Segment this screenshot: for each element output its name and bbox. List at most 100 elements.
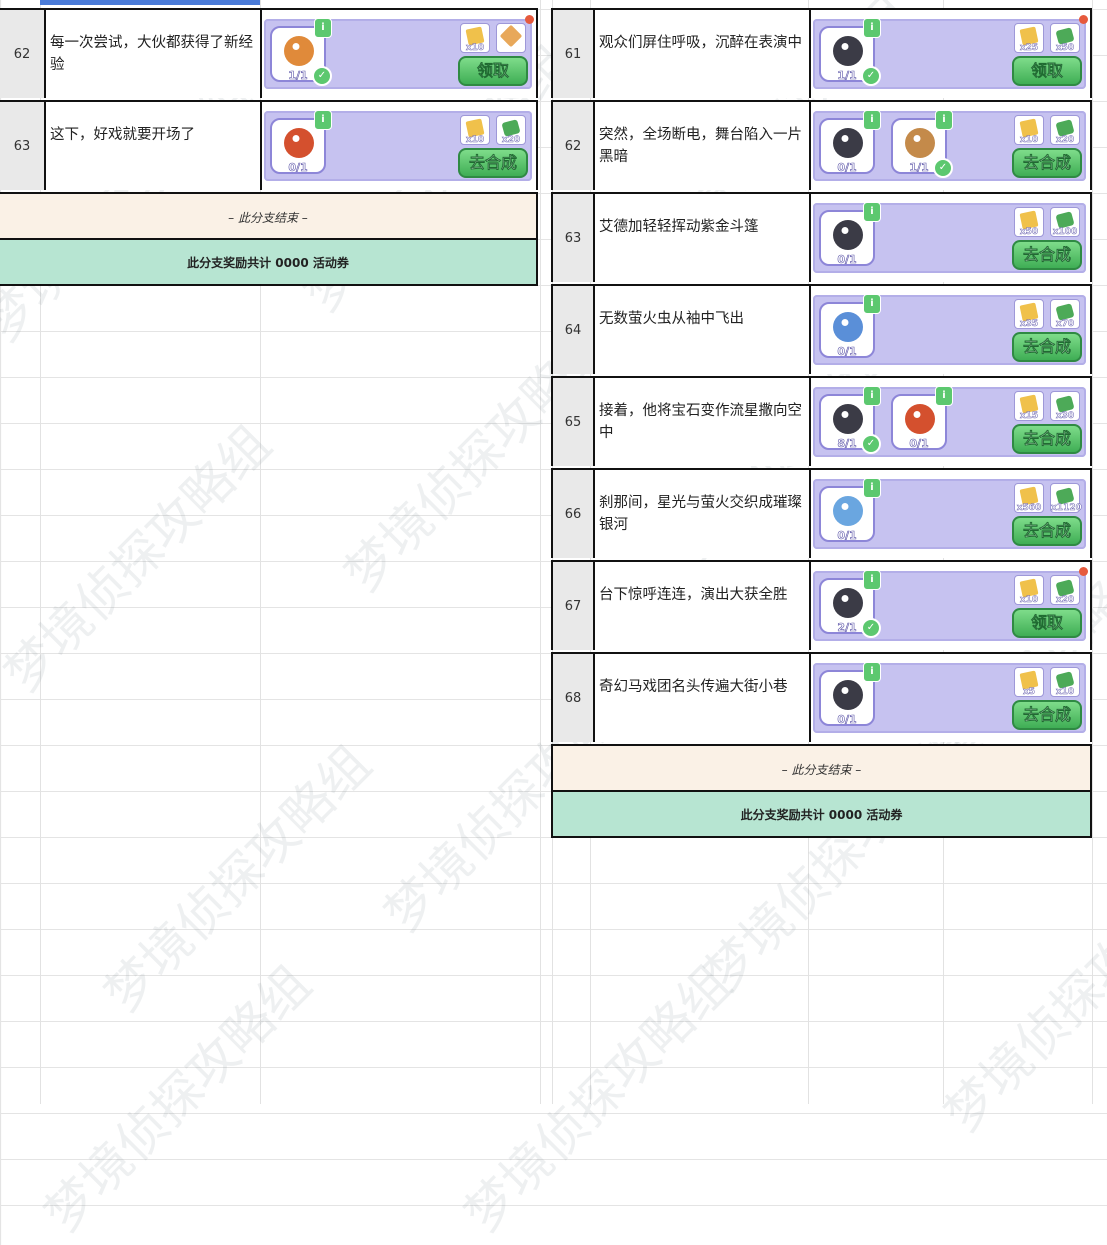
item-image [833, 220, 863, 250]
watermark-text: 梦境侦探攻略组 [93, 734, 383, 1024]
row-description: 突然，全场断电，舞台陷入一片黑暗 [593, 102, 811, 190]
reward-quantity: x20 [1055, 135, 1075, 146]
required-item[interactable]: i 1/1 ✓ [819, 18, 881, 86]
table-row: 63 艾德加轻轻挥动紫金斗篷 i 0/1 x50 x100 去合成 [551, 192, 1092, 282]
item-progress: 0/1 [837, 345, 857, 359]
info-icon[interactable]: i [863, 478, 881, 498]
item-image [833, 496, 863, 526]
row-description: 接着，他将宝石变作流星撒向空中 [593, 378, 811, 466]
reward-card: i 0/1 x35 x70 去合成 [813, 294, 1086, 365]
info-icon[interactable]: i [314, 110, 332, 130]
row-description: 台下惊呼连连，演出大获全胜 [593, 562, 811, 650]
info-icon[interactable]: i [935, 110, 953, 130]
reward-quantity: x25 [1019, 43, 1039, 54]
table-row: 68 奇幻马戏团名头传遍大街小巷 i 0/1 x5 x10 去合成 [551, 652, 1092, 742]
table-row: 62 每一次尝试，大伙都获得了新经验 i 1/1 ✓ x10 领取 [0, 8, 538, 98]
item-image [833, 36, 863, 66]
row-description: 无数萤火虫从袖中飞出 [593, 286, 811, 374]
action-button[interactable]: 领取 [1012, 608, 1082, 638]
notification-dot [1079, 567, 1088, 576]
item-progress: 0/1 [288, 161, 308, 175]
required-item[interactable]: i 0/1 [819, 294, 881, 359]
table-row: 62 突然，全场断电，舞台陷入一片黑暗 i 0/1 i 1/1 ✓ x10 x20 去合成 [551, 100, 1092, 190]
required-item[interactable]: i 0/1 [819, 478, 881, 543]
gold-ticket-icon: x50 [1014, 207, 1044, 237]
row-number: 68 [553, 654, 595, 742]
reward-quantity: x10 [1019, 135, 1039, 146]
action-button[interactable]: 去合成 [1012, 424, 1082, 454]
info-icon[interactable]: i [863, 294, 881, 314]
branch-total-label: 此分支奖励共计 0000 活动券 [0, 238, 538, 286]
reward-quantity: x1120 [1051, 503, 1082, 514]
watermark-text: 梦境侦探攻略组 [453, 954, 743, 1244]
required-item[interactable]: i 1/1 ✓ [270, 18, 332, 86]
required-item[interactable]: i 2/1 ✓ [819, 570, 881, 638]
selection-bar [40, 0, 260, 5]
reward-quantity: x50 [1019, 227, 1039, 238]
required-item[interactable]: i 1/1 ✓ [891, 110, 953, 178]
branch-total-label: 此分支奖励共计 0000 活动券 [551, 790, 1092, 838]
reward-card: i 8/1 ✓ i 0/1 x15 x30 去合成 [813, 386, 1086, 457]
check-icon: ✓ [933, 158, 953, 178]
reward-card: i 0/1 x50 x100 去合成 [813, 202, 1086, 273]
action-button[interactable]: 去合成 [1012, 700, 1082, 730]
required-item[interactable]: i 0/1 [891, 386, 953, 450]
info-icon[interactable]: i [863, 662, 881, 682]
reward-cell: i 0/1 x50 x100 去合成 [811, 194, 1090, 282]
action-button[interactable]: 去合成 [458, 148, 528, 178]
row-description: 观众们屏住呼吸，沉醉在表演中 [593, 10, 811, 98]
info-icon[interactable]: i [863, 110, 881, 130]
reward-cell: i 0/1 x560 x1120 去合成 [811, 470, 1090, 558]
info-icon[interactable]: i [935, 386, 953, 406]
reward-quantity: x10 [465, 43, 485, 54]
info-icon[interactable]: i [863, 202, 881, 222]
reward-quantity: x5 [1022, 687, 1036, 698]
required-item[interactable]: i 0/1 [270, 110, 332, 175]
item-progress: 0/1 [837, 529, 857, 543]
item-image [905, 404, 935, 434]
cash-reward-icon: x10 [1050, 667, 1080, 697]
row-description: 这下，好戏就要开场了 [44, 102, 262, 190]
required-item[interactable]: i 0/1 [819, 110, 881, 174]
item-image [833, 404, 863, 434]
gold-ticket-icon: x25 [1014, 23, 1044, 53]
cash-reward-icon: x20 [1050, 115, 1080, 145]
check-icon: ✓ [312, 66, 332, 86]
required-item[interactable]: i 8/1 ✓ [819, 386, 881, 454]
action-button[interactable]: 去合成 [1012, 148, 1082, 178]
action-button[interactable]: 领取 [1012, 56, 1082, 86]
row-description: 每一次尝试，大伙都获得了新经验 [44, 10, 262, 98]
branch-end-label: – 此分支结束 – [0, 192, 538, 240]
check-icon: ✓ [861, 434, 881, 454]
cash-reward-icon: x20 [1050, 575, 1080, 605]
reward-cell: i 0/1 x10 x20 去合成 [262, 102, 536, 190]
action-button[interactable]: 去合成 [1012, 240, 1082, 270]
reward-cell: i 2/1 ✓ x10 x20 领取 [811, 562, 1090, 650]
row-number: 66 [553, 470, 595, 558]
watermark-text: 梦境侦探攻略组 [933, 854, 1107, 1144]
required-item[interactable]: i 0/1 [819, 202, 881, 266]
branch-end-label: – 此分支结束 – [551, 744, 1092, 792]
reward-quantity: x20 [1055, 595, 1075, 606]
reward-card: i 0/1 x5 x10 去合成 [813, 662, 1086, 733]
table-row: 66 刹那间，星光与萤火交织成璀璨银河 i 0/1 x560 x1120 去合成 [551, 468, 1092, 558]
item-image [905, 128, 935, 158]
action-button[interactable]: 去合成 [1012, 332, 1082, 362]
info-icon[interactable]: i [863, 18, 881, 38]
info-icon[interactable]: i [863, 570, 881, 590]
action-button[interactable]: 领取 [458, 56, 528, 86]
info-icon[interactable]: i [314, 18, 332, 38]
reward-quantity: x50 [1055, 43, 1075, 54]
reward-card: i 0/1 x560 x1120 去合成 [813, 478, 1086, 549]
table-row: 61 观众们屏住呼吸，沉醉在表演中 i 1/1 ✓ x25 x50 领取 [551, 8, 1092, 98]
required-item[interactable]: i 0/1 [819, 662, 881, 726]
row-number: 63 [553, 194, 595, 282]
table-row: 64 无数萤火虫从袖中飞出 i 0/1 x35 x70 去合成 [551, 284, 1092, 374]
info-icon[interactable]: i [863, 386, 881, 406]
row-description: 艾德加轻轻挥动紫金斗篷 [593, 194, 811, 282]
action-button[interactable]: 去合成 [1012, 516, 1082, 546]
reward-card: i 2/1 ✓ x10 x20 领取 [813, 567, 1088, 641]
reward-cell: i 1/1 ✓ x10 领取 [262, 10, 536, 98]
item-image [833, 680, 863, 710]
cash-reward-icon: x1120 [1050, 483, 1082, 514]
